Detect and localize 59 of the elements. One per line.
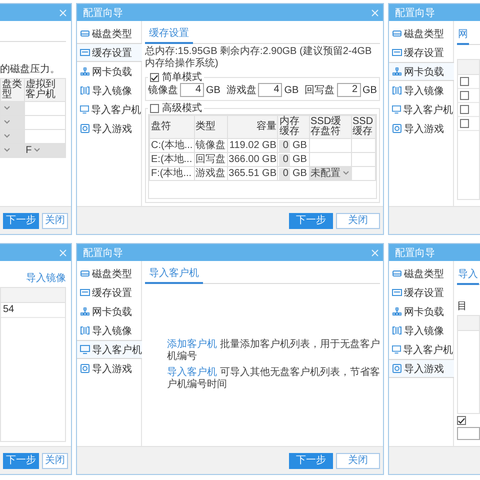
field-label: 游戏盘 <box>226 84 256 97</box>
checkbox-label: 高级模式 <box>162 103 202 114</box>
action-link[interactable]: 导入客户机 <box>167 366 217 378</box>
column-header: 盘符 <box>150 116 194 138</box>
size-field[interactable]: 4 <box>258 83 282 97</box>
field-label: 镜像盘 <box>148 84 178 97</box>
close-button[interactable]: 关闭 <box>42 212 68 228</box>
field-label: 回写盘 <box>304 84 335 97</box>
table-cell: 镜像盘 <box>194 138 228 152</box>
dropdown[interactable]: F <box>24 144 66 158</box>
tab[interactable]: 导入客户机 <box>145 264 203 284</box>
column-header: 类型 <box>194 116 228 138</box>
close-button[interactable]: 关闭 <box>336 452 380 468</box>
sidebar-item[interactable]: 缓存设置 <box>77 43 142 62</box>
import-link[interactable]: 导入镜像 <box>26 273 66 284</box>
action-link[interactable]: 添加客户机 <box>167 338 217 350</box>
window-title: 配置向导 <box>83 6 123 20</box>
size-field[interactable]: 4 <box>180 83 204 97</box>
sidebar-item[interactable]: 导入客户机 <box>77 340 142 359</box>
column-header: 内存缓存 <box>278 116 309 138</box>
table-cell: 游戏盘 <box>194 166 228 180</box>
column-header: 容量 <box>227 116 278 138</box>
unit-label: GB <box>362 84 377 96</box>
close-button[interactable]: 关闭 <box>336 212 380 228</box>
memory-info-text: 总内存:15.95GB 剩余内存:2.90GB (建议预留2-4GB内存给操作系统) <box>145 46 373 70</box>
column-header: 盘类型 <box>0 78 24 102</box>
column-header: 虚拟到客户机 <box>24 78 66 102</box>
column-header: SSD缓存盘符 <box>309 116 352 138</box>
sidebar-item[interactable]: 导入游戏 <box>389 359 454 378</box>
hint-text: 的磁盘压力。 <box>0 62 61 76</box>
dropdown[interactable]: 未配置 <box>309 166 352 180</box>
tab[interactable]: 导入 <box>457 265 479 285</box>
tab[interactable]: 缓存设置 <box>145 24 193 44</box>
table-cell: 365.51 GB <box>227 166 278 180</box>
field-label: 目 <box>457 300 468 313</box>
table-cell: C:(本地... <box>150 138 194 152</box>
table-cell: 54 <box>1 303 65 318</box>
next-button[interactable]: 下一步 <box>289 212 333 228</box>
window-title: 配置向导 <box>395 6 435 20</box>
tab[interactable]: 网 <box>457 25 469 45</box>
table-cell: 119.02 GB <box>227 138 278 152</box>
table-cell: E:(本地... <box>150 152 194 166</box>
close-button[interactable]: 关闭 <box>42 452 68 468</box>
description-text: 导入客户机 可导入其他无盘客户机列表，节省客户机编号时间 <box>167 366 380 390</box>
column-header: SSD缓存 <box>351 116 376 138</box>
next-button[interactable]: 下一步 <box>3 452 39 468</box>
table-cell: 366.00 GB <box>227 152 278 166</box>
table-cell: 回写盘 <box>194 152 228 166</box>
unit-label: GB <box>284 84 299 96</box>
description-text: 添加客户机 批量添加客户机列表，用于无盘客户机编号 <box>167 338 380 362</box>
next-button[interactable]: 下一步 <box>3 212 39 228</box>
table-cell: F:(本地... <box>150 166 194 180</box>
size-field[interactable]: 2 <box>336 83 361 97</box>
unit-label: GB <box>206 84 220 96</box>
sidebar-item[interactable]: 网卡负载 <box>389 62 454 81</box>
window-title: 配置向导 <box>395 246 435 260</box>
window-title: 配置向导 <box>83 246 123 260</box>
next-button[interactable]: 下一步 <box>289 452 333 468</box>
checkbox-label: 简单模式 <box>162 72 202 83</box>
